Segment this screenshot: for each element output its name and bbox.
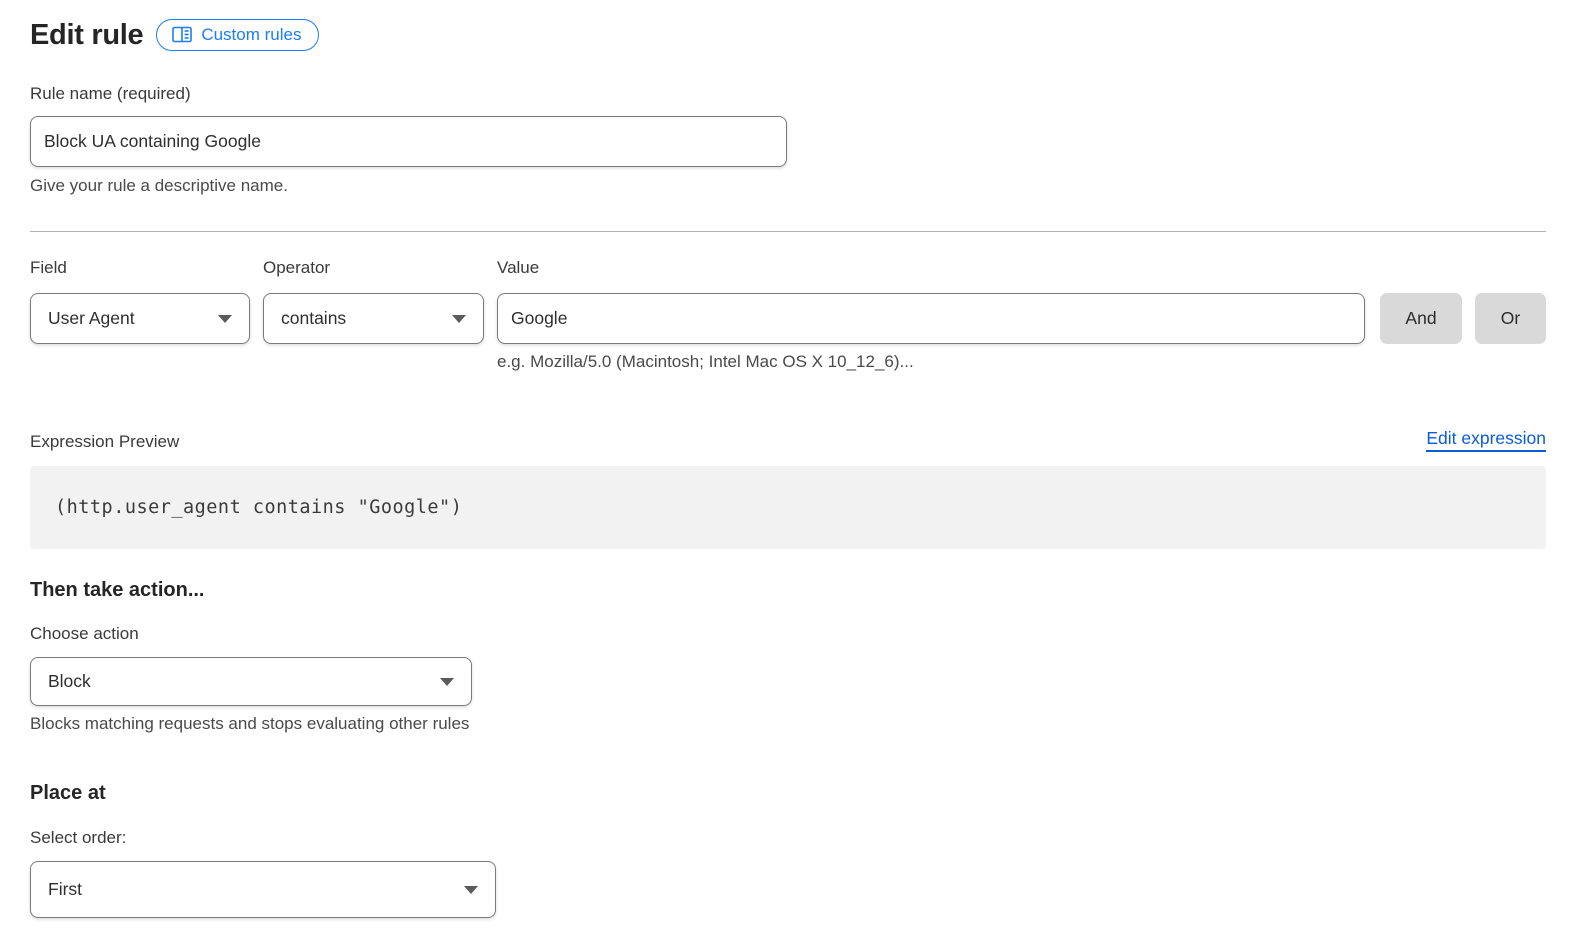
field-label: Field	[30, 258, 250, 278]
value-input[interactable]	[497, 293, 1365, 344]
expression-preview-box: (http.user_agent contains "Google")	[30, 466, 1546, 549]
or-button[interactable]: Or	[1475, 293, 1546, 344]
section-divider	[30, 231, 1546, 232]
placement-section: Place at Select order: First	[30, 782, 1546, 918]
rule-name-input[interactable]	[30, 116, 787, 167]
and-button[interactable]: And	[1380, 293, 1462, 344]
choose-action-label: Choose action	[30, 624, 1546, 644]
action-help: Blocks matching requests and stops evalu…	[30, 714, 1546, 734]
expression-preview-label: Expression Preview	[30, 432, 179, 452]
rule-name-section: Rule name (required) Give your rule a de…	[30, 84, 1546, 196]
action-selected-value: Block	[48, 671, 91, 692]
chevron-down-icon	[218, 315, 232, 323]
expression-section: Expression Preview Edit expression (http…	[30, 428, 1546, 549]
page-header: Edit rule Custom rules	[30, 14, 1546, 56]
chevron-down-icon	[440, 678, 454, 686]
chevron-down-icon	[464, 886, 478, 894]
action-section: Then take action... Choose action Block …	[30, 579, 1546, 734]
action-heading: Then take action...	[30, 579, 1546, 602]
operator-selected-value: contains	[281, 308, 346, 329]
expression-code: (http.user_agent contains "Google")	[55, 497, 462, 518]
edit-rule-page: Edit rule Custom rules Rule name (requir…	[0, 0, 1587, 918]
value-help: e.g. Mozilla/5.0 (Macintosh; Intel Mac O…	[497, 352, 1365, 372]
edit-expression-link[interactable]: Edit expression	[1426, 428, 1546, 452]
open-book-icon	[172, 26, 192, 43]
operator-label: Operator	[263, 258, 484, 278]
rule-name-help: Give your rule a descriptive name.	[30, 176, 1546, 196]
field-selected-value: User Agent	[48, 308, 135, 329]
field-select[interactable]: User Agent	[30, 293, 250, 344]
place-at-heading: Place at	[30, 782, 1546, 805]
page-title: Edit rule	[30, 19, 143, 52]
action-select[interactable]: Block	[30, 657, 472, 706]
order-selected-value: First	[48, 879, 82, 900]
select-order-label: Select order:	[30, 828, 1546, 848]
value-label: Value	[497, 258, 1365, 278]
custom-rules-label: Custom rules	[201, 26, 301, 43]
custom-rules-docs-button[interactable]: Custom rules	[156, 19, 319, 51]
operator-select[interactable]: contains	[263, 293, 484, 344]
condition-section: Field User Agent Operator contains Value…	[30, 258, 1546, 372]
order-select[interactable]: First	[30, 861, 496, 918]
rule-name-label: Rule name (required)	[30, 84, 1546, 104]
chevron-down-icon	[452, 315, 466, 323]
